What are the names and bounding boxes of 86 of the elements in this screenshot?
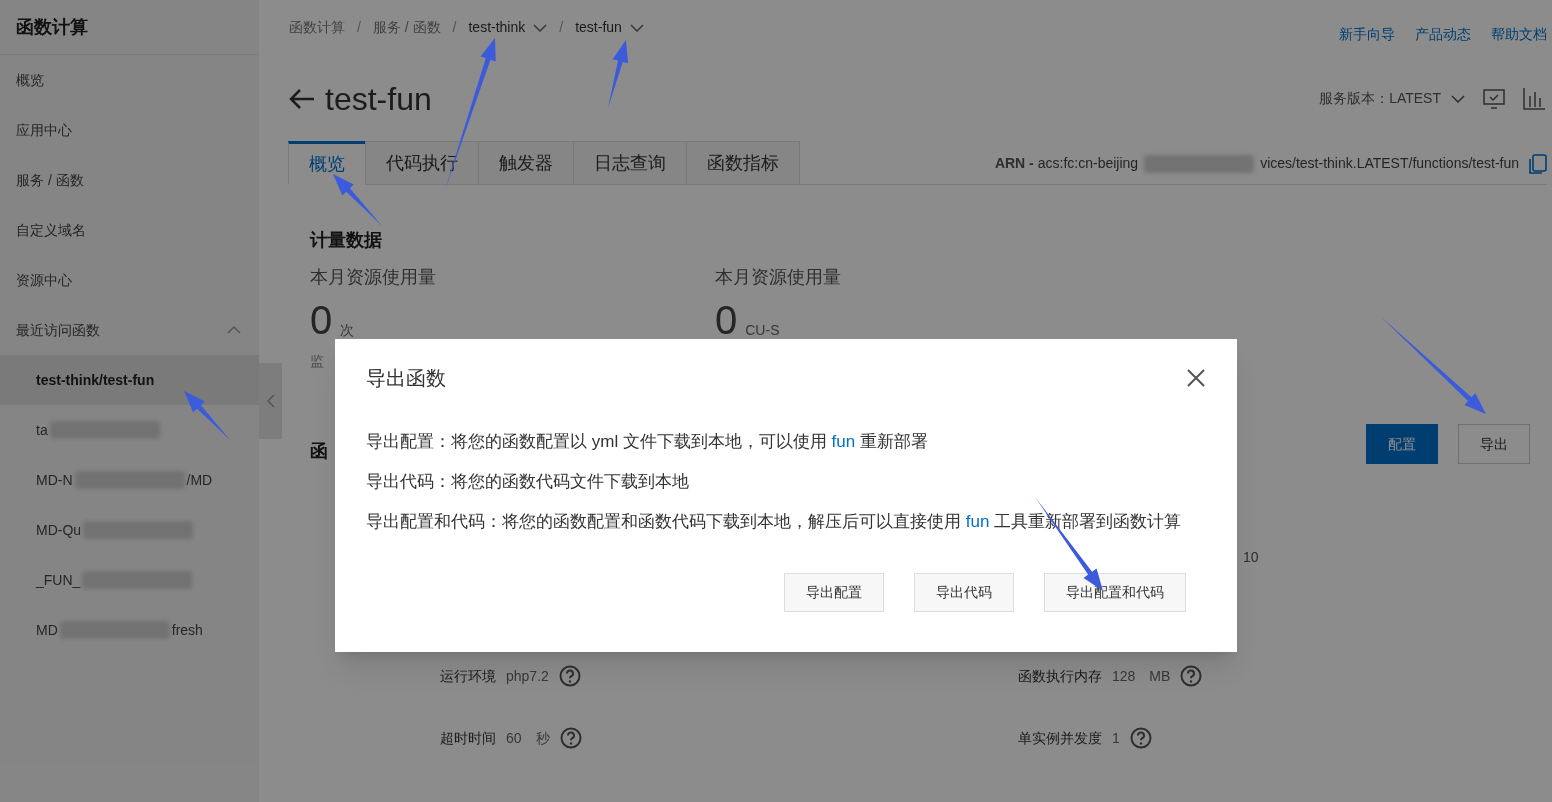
annotation-arrow [333, 174, 382, 226]
help-icon[interactable] [559, 727, 582, 749]
caret-icon [1451, 94, 1465, 103]
annotation-arrow [184, 391, 230, 440]
recent-group-header[interactable]: 最近访问函数 [0, 305, 259, 355]
dialog-text: 导出代码：将您的函数代码文件下载到本地 [366, 471, 690, 493]
sidebar-item[interactable]: 资源中心 [0, 255, 259, 305]
tab[interactable]: 概览 [288, 141, 366, 185]
help-icon[interactable] [1180, 665, 1203, 687]
field-label: 运行环境 [440, 666, 496, 686]
recent-function-item[interactable]: MD-Qu [0, 505, 259, 555]
item-text: vices/test-think.LATEST/functions/test-fun [1260, 154, 1519, 173]
breadcrumb-separator: / [356, 18, 362, 37]
top-link[interactable]: 新手向导 [1339, 24, 1395, 45]
section-title: 函 [310, 440, 328, 463]
field-value: 128 [1112, 666, 1136, 686]
sidebar-item[interactable]: 应用中心 [0, 105, 259, 155]
metric-unit: CU-S [745, 321, 780, 340]
field-unit: MB [1149, 666, 1171, 686]
fun-link[interactable]: fun [831, 432, 856, 451]
sidebar-item[interactable]: 服务 / 函数 [0, 155, 259, 205]
copy-icon[interactable] [1529, 153, 1547, 174]
item-text: /MD [186, 470, 213, 490]
breadcrumb-link[interactable]: test-fun [575, 17, 644, 38]
field-unit: 秒 [535, 728, 550, 748]
item-text: MD-Qu [36, 520, 82, 540]
field-value: 60 [506, 728, 522, 748]
item-text: fresh [171, 620, 203, 640]
version-select[interactable]: 服务版本：LATEST [1319, 88, 1465, 109]
chevron-left-icon [266, 394, 275, 408]
dialog-button[interactable]: 导出配置 [784, 573, 884, 612]
dialog-text: 导出配置：将您的函数配置以 yml 文件下载到本地，可以使用 fun 重新部署 [366, 431, 929, 453]
collapse-handle[interactable] [259, 363, 282, 439]
sidebar-item[interactable]: 自定义域名 [0, 205, 259, 255]
field-label: 超时时间 [440, 728, 496, 748]
breadcrumb-separator: / [451, 18, 458, 37]
recent-function-item[interactable]: _FUN_ [0, 555, 259, 605]
breadcrumb-link[interactable]: test-think [468, 17, 548, 38]
top-link[interactable]: 帮助文档 [1491, 24, 1547, 45]
bar-chart-icon[interactable] [1523, 87, 1545, 110]
item-text: MD-N [36, 470, 73, 490]
group-label: 最近访问函数 [16, 320, 100, 340]
action-button[interactable]: 导出 [1458, 424, 1530, 464]
metric-value: 0 [310, 297, 333, 343]
tab[interactable]: 日志查询 [573, 141, 687, 185]
help-icon[interactable] [1129, 727, 1152, 749]
monitor-icon[interactable] [1483, 88, 1505, 109]
field-label: 单实例并发度 [1018, 728, 1102, 748]
back-arrow-icon[interactable] [289, 87, 315, 110]
action-button[interactable]: 配置 [1366, 424, 1438, 464]
breadcrumb-link[interactable]: 函数计算 [289, 17, 345, 38]
caret-icon [629, 23, 644, 32]
metric-label: 本月资源使用量 [310, 266, 437, 289]
help-icon[interactable] [558, 665, 581, 687]
field-value: 10 [1243, 549, 1259, 565]
dialog-title: 导出函数 [366, 366, 446, 391]
recent-function-item[interactable]: MD fresh [0, 605, 259, 655]
metric-value: 0 [715, 297, 738, 343]
arn-label: ARN - [994, 154, 1034, 173]
item-text: test-think/test-fun [36, 370, 155, 390]
section-title: 计量数据 [310, 229, 383, 252]
metric-note: 监 [310, 352, 325, 371]
metric-unit: 次 [340, 321, 355, 340]
tab[interactable]: 函数指标 [686, 141, 800, 185]
tab[interactable]: 代码执行 [365, 141, 479, 185]
sidebar-item[interactable]: 概览 [0, 55, 259, 105]
recent-function-item[interactable]: test-think/test-fun [0, 355, 259, 405]
recent-function-item[interactable]: MD-N /MD [0, 455, 259, 505]
top-link[interactable]: 产品动态 [1415, 24, 1471, 45]
fun-link[interactable]: fun [965, 512, 990, 531]
caret-icon [533, 23, 548, 32]
item-text: MD [36, 620, 58, 640]
item-text: acs:fc:cn-beijing [1037, 154, 1139, 173]
metric-label: 本月资源使用量 [715, 266, 842, 289]
sidebar-title: 函数计算 [0, 0, 259, 55]
page-title: test-fun [325, 79, 432, 119]
tab[interactable]: 触发器 [478, 141, 574, 185]
dialog-button[interactable]: 导出代码 [914, 573, 1014, 612]
item-text: _FUN_ [36, 570, 81, 590]
field-value: 1 [1112, 728, 1120, 748]
close-icon [1186, 368, 1206, 388]
item-text: ta [36, 420, 48, 440]
field-label: 函数执行内存 [1018, 666, 1102, 686]
breadcrumb-separator: / [558, 18, 565, 37]
field-value: php7.2 [506, 666, 549, 686]
breadcrumb-link[interactable]: 服务 / 函数 [372, 17, 441, 38]
